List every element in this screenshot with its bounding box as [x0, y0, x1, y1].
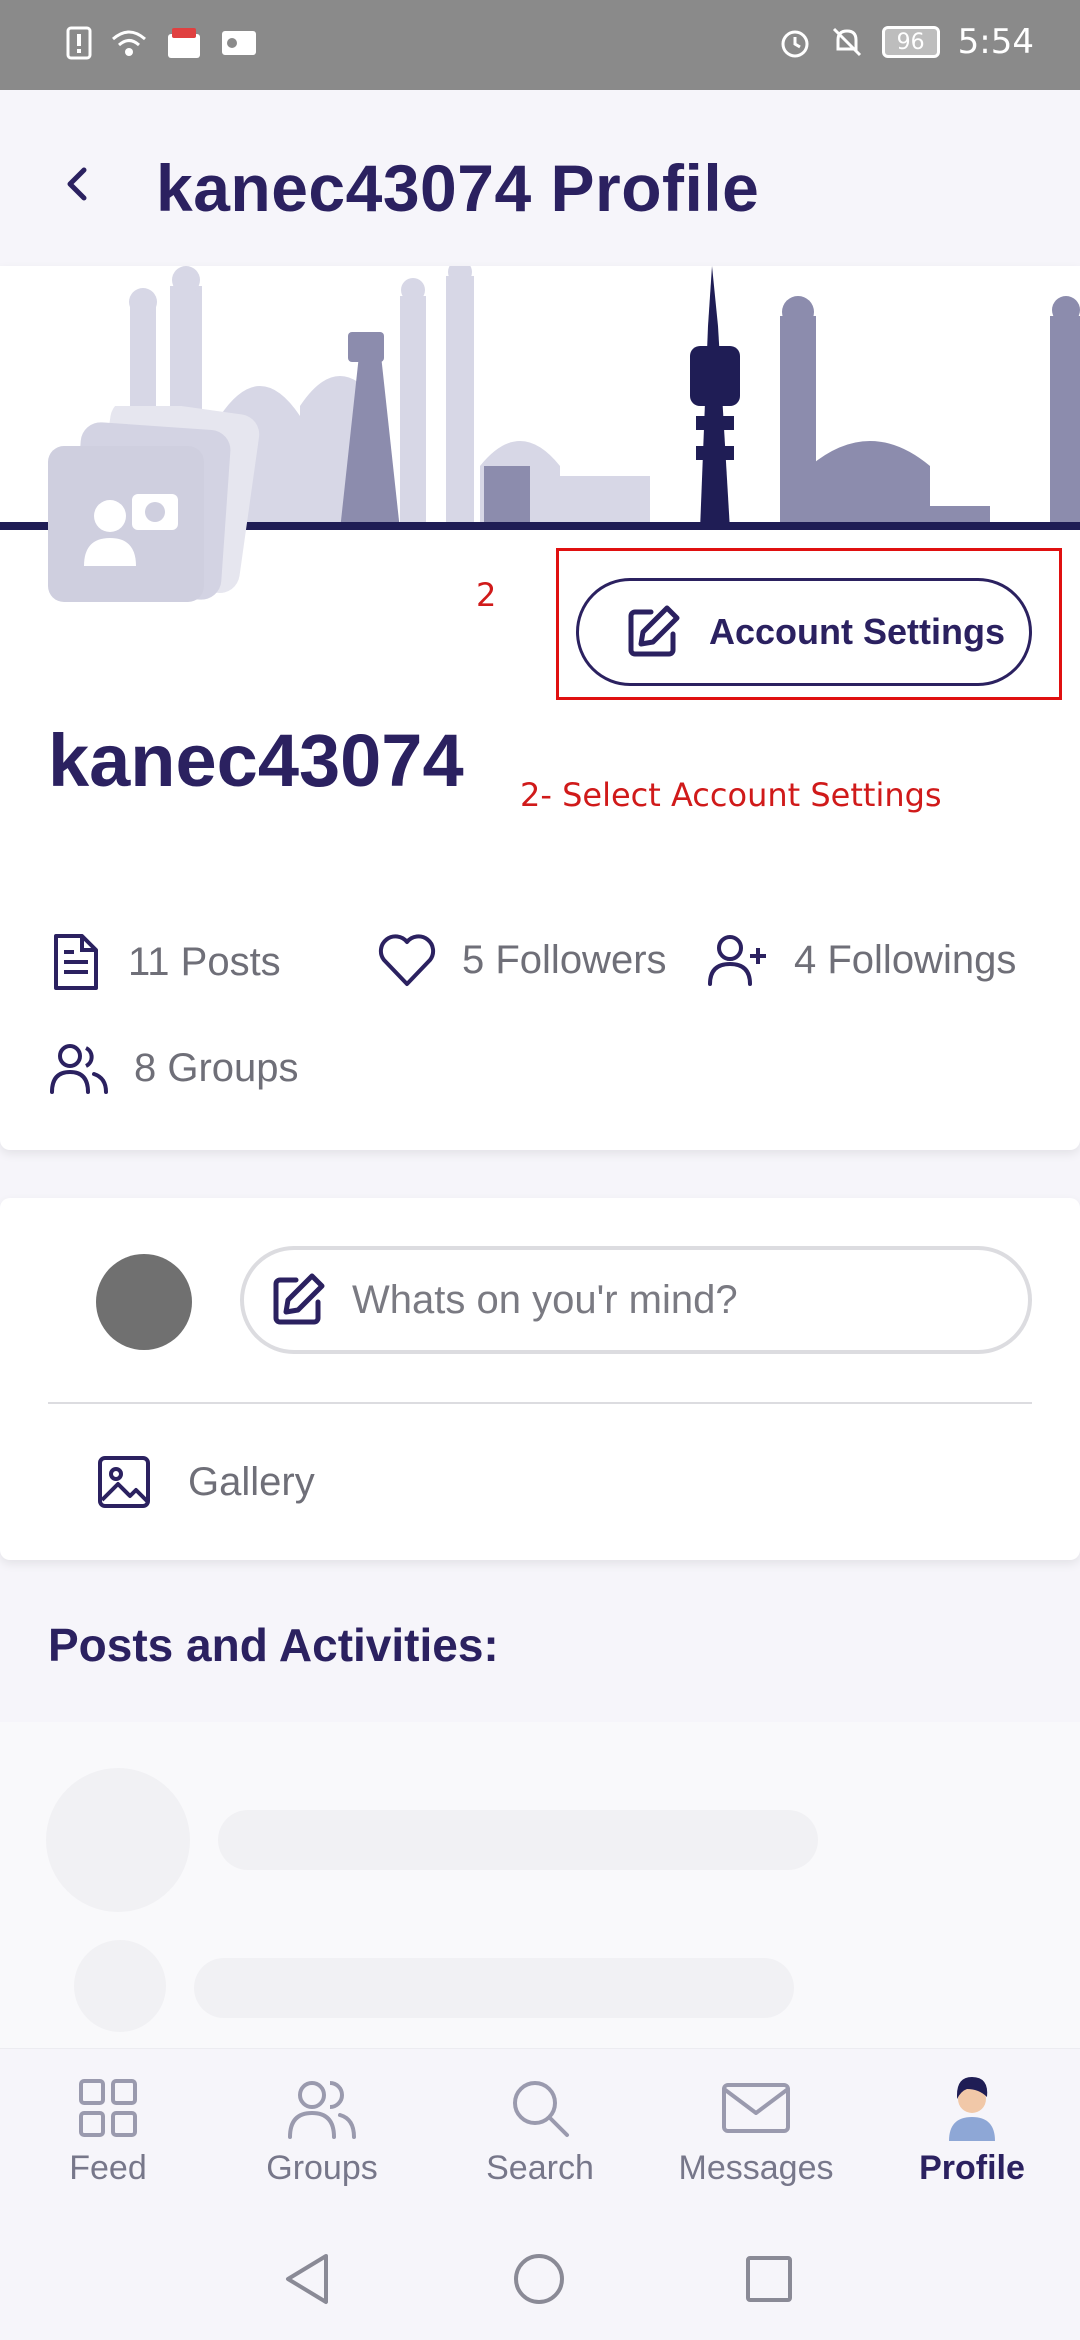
skeleton-avatar — [74, 1940, 166, 2032]
skeleton-avatar — [46, 1768, 190, 1912]
nav-feed-label: Feed — [69, 2149, 147, 2187]
gallery-button[interactable]: Gallery — [96, 1454, 315, 1510]
skeleton-line — [218, 1810, 818, 1870]
profile-username: kanec43074 — [48, 719, 464, 802]
posts-loading-skeleton — [0, 1722, 1080, 2052]
header: kanec43074 Profile — [0, 90, 1080, 266]
whats-on-your-mind-input[interactable]: Whats on you'r mind? — [240, 1246, 1032, 1354]
gallery-label: Gallery — [188, 1459, 315, 1504]
posts-section-title: Posts and Activities: — [48, 1619, 499, 1671]
nav-messages[interactable]: Messages — [666, 2075, 846, 2188]
heart-icon — [378, 934, 436, 986]
status-icons-left — [66, 26, 258, 60]
annotation-step-number: 2 — [476, 576, 497, 614]
back-triangle-icon[interactable] — [282, 2252, 332, 2306]
annotation-highlight-box — [556, 548, 1062, 700]
status-time: 5:54 — [957, 22, 1034, 62]
users-icon — [288, 2081, 356, 2139]
grid-icon — [79, 2079, 137, 2137]
page-title: kanec43074 Profile — [156, 151, 760, 225]
wifi-icon — [112, 30, 146, 56]
nav-feed[interactable]: Feed — [18, 2075, 198, 2188]
groups-stat[interactable]: 8 Groups — [48, 1040, 299, 1096]
recents-square-icon[interactable] — [744, 2254, 794, 2304]
post-composer-card: Whats on you'r mind? Gallery — [0, 1198, 1080, 1560]
nav-messages-label: Messages — [678, 2149, 834, 2187]
posts-stat[interactable]: 11 Posts — [48, 932, 281, 992]
profile-card: Account Settings kanec43074 11 Posts 5 F… — [0, 266, 1080, 1150]
search-icon — [513, 2081, 569, 2137]
nav-profile[interactable]: Profile — [882, 2075, 1062, 2188]
annotation-instruction: 2- Select Account Settings — [520, 776, 942, 814]
status-icons-right: 96 5:54 — [778, 22, 1034, 62]
avatar[interactable] — [40, 399, 260, 606]
nav-search-label: Search — [486, 2149, 594, 2187]
composer-divider — [48, 1402, 1032, 1404]
followings-stat[interactable]: 4 Followings — [706, 932, 1016, 988]
system-navigation-bar — [0, 2214, 1080, 2340]
nav-search[interactable]: Search — [450, 2075, 630, 2188]
followings-count: 4 Followings — [794, 937, 1017, 982]
alarm-icon — [781, 30, 809, 58]
back-arrow-icon[interactable] — [54, 160, 102, 208]
nav-groups-label: Groups — [266, 2149, 378, 2187]
groups-count: 8 Groups — [134, 1045, 299, 1090]
composer-placeholder: Whats on you'r mind? — [352, 1277, 738, 1322]
followers-stat[interactable]: 5 Followers — [376, 932, 667, 988]
posts-count: 11 Posts — [128, 939, 281, 984]
nav-groups[interactable]: Groups — [232, 2075, 412, 2188]
home-circle-icon[interactable] — [512, 2252, 566, 2306]
edit-icon — [273, 1273, 325, 1325]
user-plus-icon — [708, 935, 766, 986]
sim-alert-icon — [66, 26, 92, 60]
app-notification-icon — [168, 28, 200, 58]
followers-count: 5 Followers — [462, 937, 667, 982]
users-icon — [50, 1044, 108, 1094]
mute-icon — [832, 27, 861, 57]
skeleton-line — [194, 1958, 794, 2018]
outlook-icon — [222, 31, 256, 55]
image-icon — [98, 1456, 150, 1508]
mail-icon — [722, 2083, 790, 2133]
document-icon — [54, 934, 98, 990]
bottom-navigation: Feed Groups Search Messages Profile — [0, 2048, 1080, 2214]
battery-indicator: 96 — [881, 26, 940, 58]
status-bar: 96 5:54 — [0, 0, 1080, 90]
composer-avatar — [96, 1254, 192, 1350]
nav-profile-label: Profile — [919, 2149, 1025, 2187]
avatar-icon — [949, 2077, 995, 2141]
